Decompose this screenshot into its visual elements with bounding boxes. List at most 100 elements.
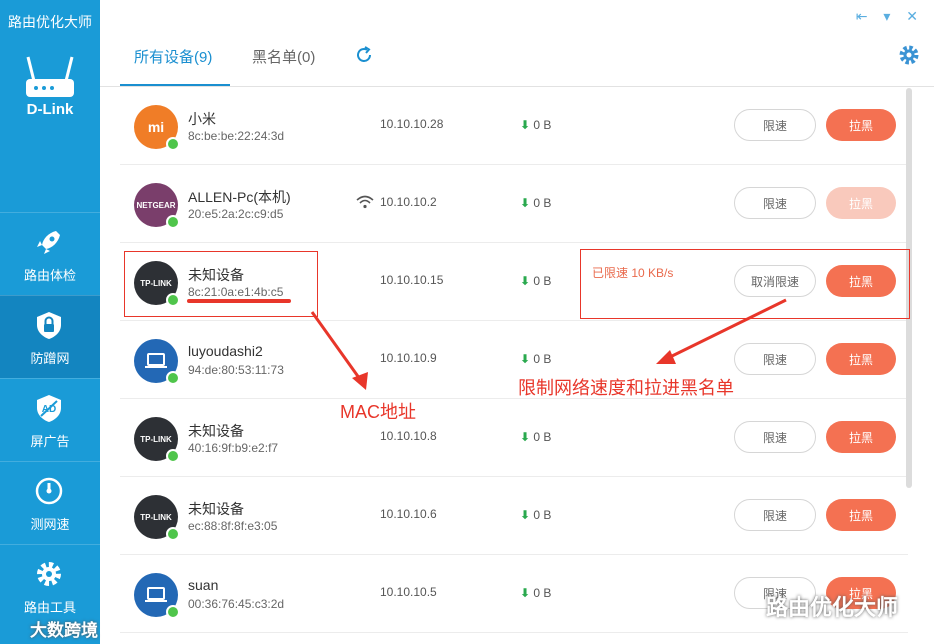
tab-all-devices[interactable]: 所有设备(9) [134,46,212,67]
download-value: 0 B [533,352,552,366]
sidebar-item-label: 防蹭网 [30,351,70,366]
sidebar-item-speed-test[interactable]: 测网速 [0,461,100,544]
device-name: luyoudashi2 [188,343,263,359]
device-ip: 10.10.10.2 [380,195,437,209]
app-title: 路由优化大师 [8,14,92,30]
settings-gear-icon[interactable] [898,44,920,66]
router-icon [26,56,74,97]
limit-speed-button[interactable]: 限速 [734,187,816,219]
limit-speed-button[interactable]: 限速 [734,499,816,531]
download-arrow-icon: ⬇ [520,196,531,210]
device-name: ALLEN-Pc(本机) [188,189,291,205]
device-avatar [134,339,180,385]
download-arrow-icon: ⬇ [520,508,531,522]
download-value: 0 B [533,430,552,444]
sidebar: 路由优化大师 D-Link 路由体检 防蹭网 AD 屏广告 测网速 [0,0,100,644]
device-avatar-text: NETGEAR [136,200,176,210]
download-arrow-icon: ⬇ [520,586,531,600]
limit-speed-button[interactable]: 限速 [734,343,816,375]
device-row: NETGEAR ALLEN-Pc(本机) 20:e5:2a:2c:c9:d5 10.1… [120,165,908,243]
device-name: 未知设备 [188,423,244,439]
limit-annotation-label: 限制网络速度和拉进黑名单 [518,378,734,398]
brand-label: D-Link [26,101,74,118]
download-arrow-icon: ⬇ [520,118,531,132]
mac-underline [187,299,291,303]
download-value: 0 B [533,196,552,210]
gear-icon [37,562,61,586]
block-button[interactable]: 拉黑 [826,421,896,453]
device-row: TP-LINK 未知设备 ec:88:8f:8f:e3:05 10.10.10.6 ⬇ … [120,477,908,555]
device-avatar: NETGEAR [134,183,180,229]
watermark-left: 大数跨境 [30,621,98,640]
device-mac: 20:e5:2a:2c:c9:d5 [188,207,284,221]
wifi-icon [356,195,374,209]
ad-block-icon: AD [37,395,61,422]
online-status-dot [166,371,180,385]
device-mac: 8c:be:be:22:24:3d [188,129,285,143]
device-row: TP-LINK 未知设备 40:16:9f:b9:e2:f7 10.10.10.8 ⬇ … [120,399,908,477]
device-row: luyoudashi2 94:de:80:53:11:73 10.10.10.9 ⬇ … [120,321,908,399]
mac-highlight-box [124,251,318,317]
device-avatar: TP-LINK [134,417,180,463]
limit-speed-button[interactable]: 限速 [734,109,816,141]
sidebar-item-router-check[interactable]: 路由体检 [0,212,100,295]
sidebar-item-label: 测网速 [30,517,70,532]
download-value: 0 B [533,586,552,600]
device-avatar-text: mi [147,119,165,135]
speedometer-icon [35,477,63,505]
download-value: 0 B [533,508,552,522]
window-controls[interactable]: ⇤ ▾ ✕ [856,8,924,25]
tab-blacklist[interactable]: 黑名单(0) [252,46,315,67]
sidebar-item-label: 屏广告 [30,434,70,449]
device-mac: ec:88:8f:8f:e3:05 [188,519,278,533]
block-button[interactable]: 拉黑 [826,343,896,375]
laptop-icon [145,353,167,368]
device-download: ⬇ 0 B [520,352,551,366]
sidebar-nav: 路由体检 防蹭网 AD 屏广告 测网速 路由工具 [0,212,100,627]
device-avatar [134,573,180,619]
main-panel: ⇤ ▾ ✕ 所有设备(9) 黑名单(0) mi 小米 8c:be:be:22:24:… [100,0,934,644]
device-download: ⬇ 0 B [520,508,551,522]
device-name: 小米 [188,111,216,127]
device-avatar: mi [134,105,180,151]
device-row: mi 小米 8c:be:be:22:24:3d 10.10.10.28 ⬇ 0 B 限速拉… [120,87,908,165]
device-download: ⬇ 0 B [520,586,551,600]
limit-highlight-box [580,249,910,319]
sidebar-item-ad-block[interactable]: AD 屏广告 [0,378,100,461]
download-arrow-icon: ⬇ [520,430,531,444]
download-value: 0 B [533,274,552,288]
mac-annotation-label: MAC地址 [340,402,416,422]
limit-speed-button[interactable]: 限速 [734,421,816,453]
block-button[interactable]: 拉黑 [826,109,896,141]
download-value: 0 B [533,118,552,132]
refresh-icon[interactable] [355,46,373,64]
download-arrow-icon: ⬇ [520,274,531,288]
device-ip: 10.10.10.9 [380,351,437,365]
device-ip: 10.10.10.15 [380,273,444,287]
sidebar-item-anti-leech[interactable]: 防蹭网 [0,295,100,378]
device-download: ⬇ 0 B [520,196,551,210]
device-download: ⬇ 0 B [520,274,551,288]
device-mac: 00:36:76:45:c3:2d [188,597,285,611]
device-download: ⬇ 0 B [520,118,551,132]
sidebar-item-label: 路由体检 [23,268,76,283]
online-status-dot [166,605,180,619]
device-ip: 10.10.10.6 [380,507,437,521]
device-name: 未知设备 [188,501,244,517]
block-button: 拉黑 [826,187,896,219]
online-status-dot [166,527,180,541]
sidebar-item-router-tools[interactable]: 路由工具 [0,544,100,627]
device-mac: 40:16:9f:b9:e2:f7 [188,441,279,455]
device-avatar: TP-LINK [134,495,180,541]
online-status-dot [166,137,180,151]
device-download: ⬇ 0 B [520,430,551,444]
online-status-dot [166,215,180,229]
download-arrow-icon: ⬇ [520,352,531,366]
rocket-icon [37,231,60,254]
laptop-icon [145,587,167,602]
online-status-dot [166,449,180,463]
watermark-right: 路由优化大师 [766,595,899,620]
sidebar-item-label: 路由工具 [23,600,76,615]
device-mac: 94:de:80:53:11:73 [188,363,284,377]
block-button[interactable]: 拉黑 [826,499,896,531]
